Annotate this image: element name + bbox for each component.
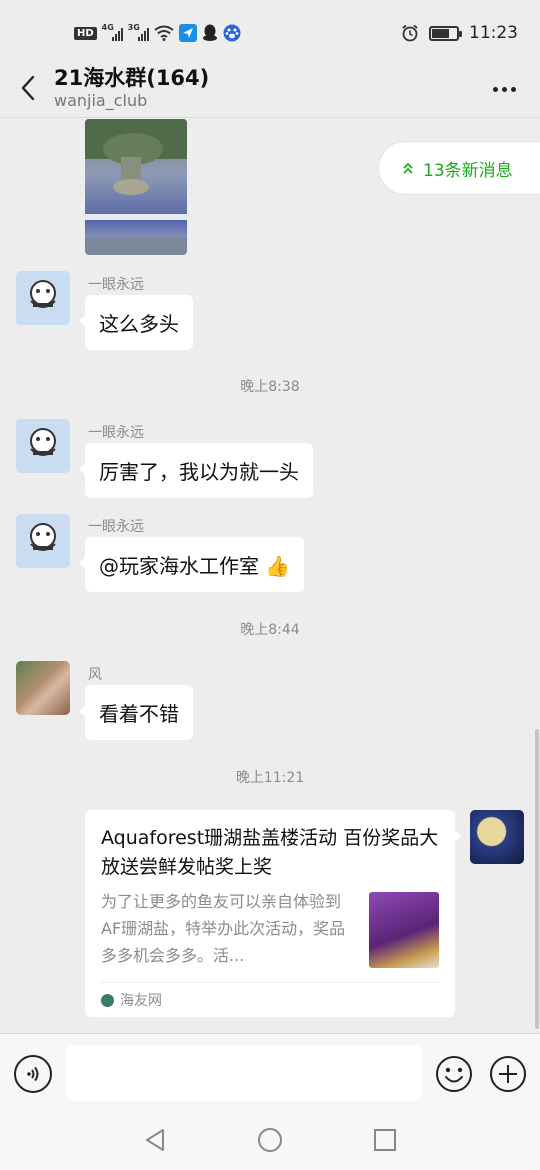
chat-area[interactable]: 13条新消息 一眼永远 这么多头 晚上8:38 一眼永远 厉害了，我以为就一头 — [0, 119, 540, 1033]
input-bar — [0, 1033, 540, 1111]
back-button[interactable] — [10, 70, 46, 106]
image-message[interactable] — [85, 119, 187, 255]
avatar[interactable] — [16, 419, 70, 473]
signal-icon: 3G — [128, 23, 149, 41]
back-arrow-icon — [21, 75, 35, 101]
message-bubble[interactable]: @玩家海水工作室 👍 — [78, 537, 305, 592]
plus-icon — [490, 1056, 526, 1092]
my-avatar[interactable] — [470, 810, 524, 864]
chat-subtitle: wanjia_club — [54, 91, 148, 110]
chat-header: 21海水群(164) wanjia_club — [0, 60, 540, 118]
new-messages-label: 13条新消息 — [423, 160, 513, 181]
timestamp: 晚上8:44 — [240, 622, 300, 638]
more-button[interactable] — [486, 74, 522, 104]
avatar[interactable] — [16, 661, 70, 715]
link-card-source: 海友网 — [101, 990, 162, 1010]
message-bubble[interactable]: 看着不错 — [79, 685, 193, 740]
new-messages-button[interactable]: 13条新消息 — [378, 141, 540, 195]
system-home-button[interactable] — [255, 1125, 285, 1155]
message-input[interactable] — [66, 1045, 422, 1101]
divider — [101, 982, 439, 983]
hd-icon: HD — [74, 26, 97, 40]
chat-title: 21海水群(164) — [54, 66, 210, 90]
sender-name: 一眼永远 — [88, 425, 144, 441]
status-time: 11:23 — [469, 23, 518, 43]
sender-name: 一眼永远 — [88, 277, 144, 293]
link-card[interactable]: Aquaforest珊湖盐盖楼活动 百份奖品大放送尝鲜发帖奖上奖 为了让更多的鱼… — [85, 810, 461, 1017]
link-card-title: Aquaforest珊湖盐盖楼活动 百份奖品大放送尝鲜发帖奖上奖 — [101, 827, 439, 878]
avatar-image — [30, 428, 56, 456]
nav-home-icon — [258, 1128, 282, 1152]
voice-button[interactable] — [14, 1055, 52, 1093]
nav-recents-icon — [374, 1129, 396, 1151]
app-notification-icon — [178, 24, 197, 42]
sender-name: 一眼永远 — [88, 519, 144, 535]
baidu-icon — [223, 24, 241, 42]
status-right: 11:23 — [401, 22, 518, 44]
link-card-thumbnail — [369, 892, 439, 968]
emoji-icon — [436, 1056, 472, 1092]
image-thumbnail — [85, 119, 187, 255]
avatar-image — [30, 280, 56, 308]
more-functions-button[interactable] — [489, 1055, 527, 1093]
message-bubble[interactable]: 厉害了，我以为就一头 — [79, 443, 313, 498]
source-icon — [101, 993, 114, 1007]
signal-icon: 4G — [102, 23, 123, 41]
double-chevron-up-icon — [403, 162, 413, 174]
nav-back-icon — [146, 1129, 164, 1151]
avatar[interactable] — [16, 271, 70, 325]
battery-icon — [429, 25, 462, 41]
message-bubble[interactable]: 这么多头 — [79, 295, 193, 350]
timestamp: 晚上11:21 — [235, 770, 305, 786]
emoji-button[interactable] — [435, 1055, 473, 1093]
avatar-image — [30, 523, 56, 551]
source-label: 海友网 — [120, 993, 162, 1009]
scrollbar[interactable] — [535, 729, 539, 1029]
qq-icon — [202, 24, 217, 41]
avatar[interactable] — [16, 514, 70, 568]
status-bar: HD 4G 3G 11:23 — [0, 0, 540, 66]
voice-icon — [27, 1066, 39, 1082]
sender-name: 风 — [88, 667, 102, 683]
system-recents-button[interactable] — [370, 1125, 400, 1155]
system-navigation-bar — [0, 1111, 540, 1170]
system-back-button[interactable] — [140, 1125, 170, 1155]
more-icon — [492, 86, 498, 92]
wifi-icon — [154, 25, 174, 41]
timestamp: 晚上8:38 — [240, 379, 300, 395]
link-card-description: 为了让更多的鱼友可以亲自体验到AF珊湖盐，特举办此次活动，奖品多多机会多多。活.… — [101, 892, 346, 965]
alarm-icon — [402, 24, 418, 42]
status-left: HD 4G 3G — [74, 22, 241, 44]
